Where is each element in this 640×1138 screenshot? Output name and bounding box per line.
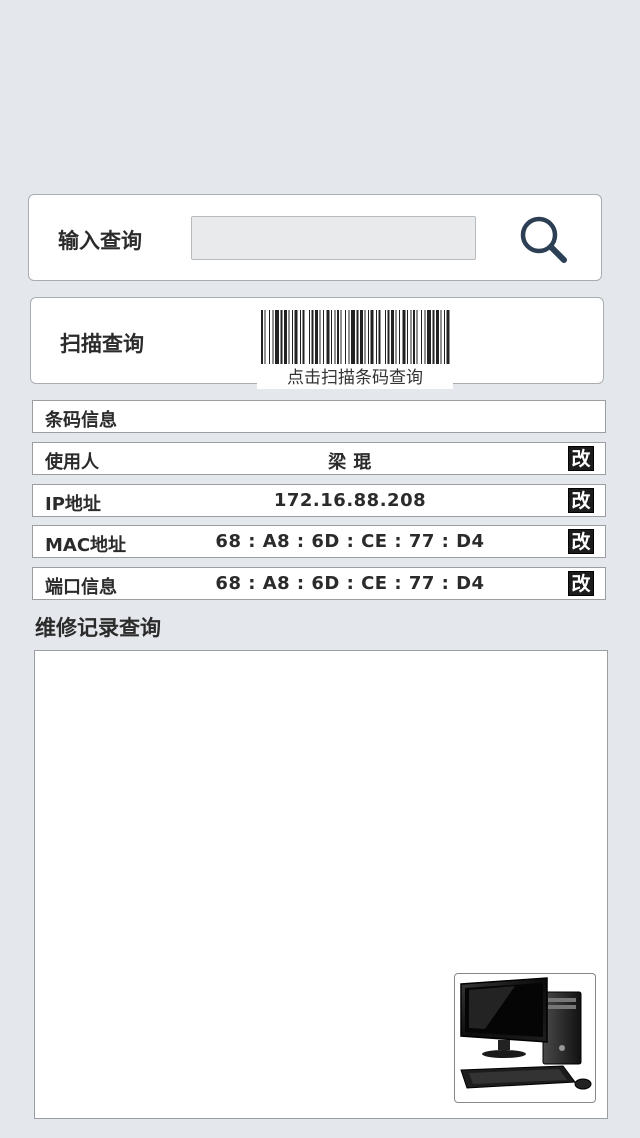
search-icon	[520, 216, 567, 263]
port-row: 端口信息 68 : A8 : 6D : CE : 77 : D4 改	[32, 567, 606, 600]
ip-row: IP地址 172.16.88.208 改	[32, 484, 606, 517]
scan-card: 扫描查询 点击扫描条码查询	[30, 297, 604, 389]
ip-label: IP地址	[45, 494, 101, 515]
edit-ip-button[interactable]: 改	[568, 488, 594, 513]
records-title: 维修记录查询	[35, 616, 161, 640]
port-value: 68 : A8 : 6D : CE : 77 : D4	[215, 573, 485, 594]
barcode-caption: 点击扫描条码查询	[257, 367, 453, 389]
search-input[interactable]	[191, 216, 476, 260]
edit-user-button[interactable]: 改	[568, 446, 594, 471]
edit-mac-button[interactable]: 改	[568, 529, 594, 554]
mac-row: MAC地址 68 : A8 : 6D : CE : 77 : D4 改	[32, 525, 606, 558]
mac-label: MAC地址	[45, 535, 127, 556]
user-value: 梁 琨	[328, 452, 372, 473]
ip-value: 172.16.88.208	[273, 490, 427, 511]
user-label: 使用人	[45, 452, 99, 473]
barcode-scan-button[interactable]: 点击扫描条码查询	[257, 308, 453, 389]
barcode-info-label: 条码信息	[45, 410, 117, 431]
search-label: 输入查询	[58, 229, 142, 253]
scan-label: 扫描查询	[60, 332, 144, 356]
computer-icon	[460, 977, 592, 1090]
search-card: 输入查询	[28, 194, 602, 281]
barcode-icon	[261, 310, 450, 364]
mac-value: 68 : A8 : 6D : CE : 77 : D4	[215, 531, 485, 552]
computer-thumbnail[interactable]	[454, 973, 596, 1103]
search-button[interactable]	[515, 211, 571, 265]
barcode-info-header: 条码信息	[32, 400, 606, 433]
user-row: 使用人 梁 琨 改	[32, 442, 606, 475]
edit-port-button[interactable]: 改	[568, 571, 594, 596]
port-label: 端口信息	[45, 577, 117, 598]
records-panel[interactable]	[34, 650, 608, 1119]
